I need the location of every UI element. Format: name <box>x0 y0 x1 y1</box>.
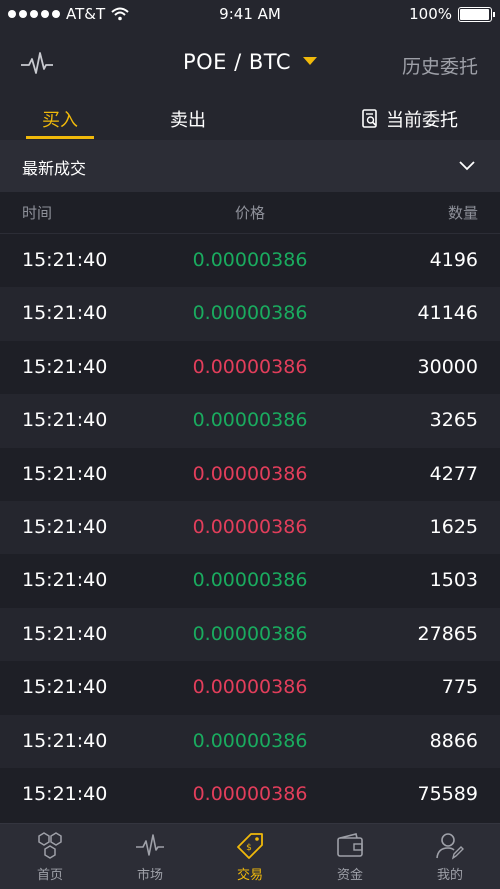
trade-qty: 4277 <box>429 462 478 485</box>
tab-item[interactable]: 首页 <box>0 824 100 889</box>
tab-item-label: 资金 <box>336 868 363 883</box>
tab-current-orders-label: 当前委托 <box>386 110 458 131</box>
trade-tabs: 买入 卖出 当前委托 <box>0 98 500 140</box>
nav-bar: POE / BTC 历史委托 <box>0 28 500 98</box>
trade-qty: 1503 <box>429 569 478 592</box>
tab-active-indicator <box>26 136 94 139</box>
table-row: 15:21:40 0.00000386 775 <box>0 661 500 715</box>
trade-qty: 3265 <box>429 409 478 432</box>
table-row: 15:21:40 0.00000386 1625 <box>0 500 500 555</box>
trade-qty: 41146 <box>417 302 478 325</box>
trade-price: 0.00000386 <box>192 249 308 271</box>
trade-price: 0.00000386 <box>192 409 308 432</box>
table-row: 15:21:40 0.00000386 27865 <box>0 607 500 662</box>
trade-qty: 4196 <box>429 249 478 271</box>
tab-buy[interactable]: 买入 <box>26 106 94 139</box>
trade-qty: 30000 <box>417 355 478 378</box>
table-row: 15:21:40 0.00000386 8866 <box>0 714 500 768</box>
trade-qty: 27865 <box>417 622 478 645</box>
trades-list: 15:21:40 0.00000386 4196 15:21:40 0.00000386… <box>0 234 500 822</box>
latest-trades-header[interactable]: 最新成交 <box>0 140 500 192</box>
trade-price: 0.00000386 <box>192 676 308 699</box>
status-bar: AT&T 9:41 AM 100% <box>0 0 500 28</box>
caret-down-icon <box>303 57 318 65</box>
tab-item-label: 我的 <box>436 868 463 883</box>
svg-text:$: $ <box>246 843 252 853</box>
section-title: 最新成交 <box>22 159 87 178</box>
status-right: 100% <box>409 5 495 23</box>
battery-icon <box>458 6 495 22</box>
trade-qty: 75589 <box>417 782 478 805</box>
tab-item[interactable]: 我的 <box>400 824 500 889</box>
table-row: 15:21:40 0.00000386 41146 <box>0 287 500 341</box>
table-row: 15:21:40 0.00000386 30000 <box>0 340 500 395</box>
trade-price: 0.00000386 <box>192 515 308 538</box>
tab-item-label: 交易 <box>236 868 263 883</box>
table-row: 15:21:40 0.00000386 75589 <box>0 767 500 822</box>
trade-price: 0.00000386 <box>192 462 308 485</box>
table-row: 15:21:40 0.00000386 3265 <box>0 394 500 448</box>
tab-item[interactable]: 资金 <box>300 824 400 889</box>
wallet-icon <box>300 831 400 861</box>
trade-qty: 1625 <box>429 515 478 538</box>
history-orders-link[interactable]: 历史委托 <box>402 52 478 79</box>
tab-sell-label: 卖出 <box>170 110 206 131</box>
trade-price: 0.00000386 <box>192 569 308 592</box>
trade-qty: 775 <box>441 676 478 699</box>
tab-current-orders[interactable]: 当前委托 <box>362 106 458 132</box>
hexagons-icon <box>0 831 100 861</box>
tab-item-label: 首页 <box>36 868 63 883</box>
tab-item[interactable]: $ 交易 <box>200 824 300 889</box>
table-row: 15:21:40 0.00000386 4277 <box>0 447 500 501</box>
header-price: 价格 <box>234 204 265 222</box>
tab-item-label: 市场 <box>136 868 163 883</box>
trade-price: 0.00000386 <box>192 729 308 752</box>
pulse-icon <box>100 831 200 861</box>
tab-sell[interactable]: 卖出 <box>170 106 206 132</box>
chevron-down-icon[interactable] <box>458 156 476 174</box>
price-tag-icon: $ <box>200 831 300 861</box>
document-search-icon <box>362 109 377 128</box>
battery-percent: 100% <box>409 5 452 23</box>
table-row: 15:21:40 0.00000386 1503 <box>0 554 500 608</box>
bottom-tab-bar: 首页 市场 $ 交易 资金 我的 <box>0 823 500 889</box>
header-qty: 数量 <box>447 204 478 222</box>
pair-title: POE / BTC <box>182 50 292 74</box>
table-row: 15:21:40 0.00000386 4196 <box>0 234 500 288</box>
user-edit-icon <box>400 831 500 861</box>
trade-qty: 8866 <box>429 729 478 752</box>
tab-buy-label: 买入 <box>42 110 78 131</box>
table-header: 时间 价格 数量 <box>0 192 500 234</box>
tab-item[interactable]: 市场 <box>100 824 200 889</box>
